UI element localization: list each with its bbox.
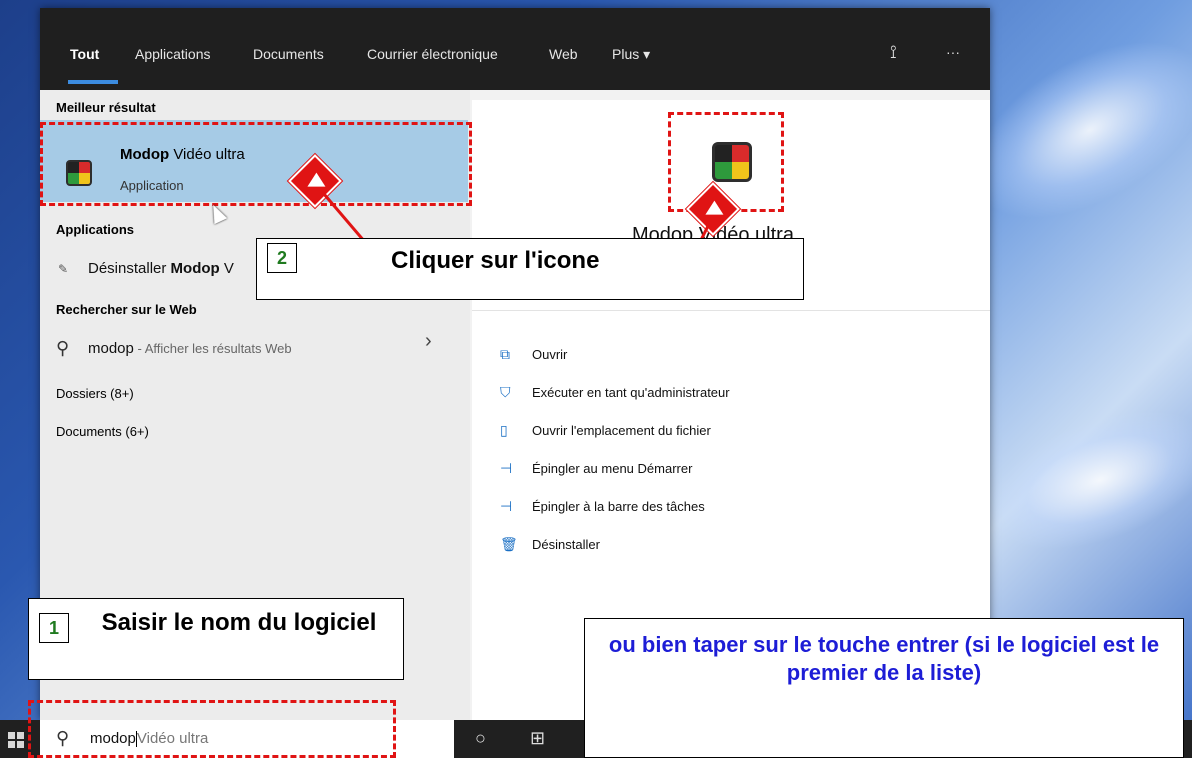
best-match-heading: Meilleur résultat [56, 100, 156, 115]
action-item[interactable]: ⊣ Épingler à la barre des tâches [500, 498, 705, 515]
uninstall-result[interactable]: Désinstaller Modop V [88, 260, 234, 277]
open-icon: ⧉ [500, 346, 510, 362]
action-item[interactable]: ▯ Ouvrir l'emplacement du fichier [500, 422, 711, 439]
web-result[interactable]: modop - Afficher les résultats Web [88, 340, 292, 357]
step-number: 1 [39, 613, 69, 643]
pin-icon: ⊣ [500, 460, 513, 476]
more-options-icon[interactable]: ··· [946, 44, 960, 60]
action-item[interactable]: ⛉ Exécuter en tant qu'administrateur [500, 384, 730, 401]
action-label: Ouvrir [532, 347, 568, 362]
active-tab-indicator [68, 80, 118, 84]
tab-email[interactable]: Courrier électronique [367, 46, 498, 62]
wallpaper-streak [966, 382, 1192, 578]
tab-applications[interactable]: Applications [135, 46, 211, 62]
documents-result[interactable]: Documents (6+) [56, 424, 149, 439]
pin-icon: ⊣ [500, 498, 513, 514]
callout-step-1: 1 Saisir le nom du logiciel [28, 598, 404, 680]
admin-icon: ⛉ [500, 384, 511, 400]
uninstall-icon: ✎ [58, 262, 69, 276]
best-match-highlight [40, 122, 472, 206]
search-highlight [28, 700, 396, 758]
enter-key-note: ou bien taper sur le touche entrer (si l… [584, 618, 1184, 758]
feedback-icon[interactable]: ⟟ [890, 42, 897, 63]
divider [472, 310, 990, 311]
applications-heading: Applications [56, 222, 135, 237]
tab-web[interactable]: Web [549, 46, 578, 62]
folders-result[interactable]: Dossiers (8+) [56, 386, 134, 401]
file-location-icon: ▯ [500, 422, 508, 438]
action-label: Ouvrir l'emplacement du fichier [532, 423, 711, 438]
action-item[interactable]: ⧉ Ouvrir [500, 346, 567, 363]
step-number: 2 [267, 243, 297, 273]
step-2-text: Cliquer sur l'icone [391, 247, 600, 274]
search-icon: ⚲ [56, 338, 70, 358]
windows-start-icon[interactable] [8, 732, 24, 748]
cortana-icon[interactable]: ○ [475, 728, 486, 749]
action-label: Exécuter en tant qu'administrateur [532, 385, 730, 400]
web-search-heading: Rechercher sur le Web [56, 302, 197, 317]
trash-icon: 🗑 [500, 536, 518, 552]
task-view-icon[interactable]: ⊞ [530, 728, 545, 749]
callout-step-2: 2 Cliquer sur l'icone [256, 238, 804, 300]
tab-documents[interactable]: Documents [253, 46, 324, 62]
action-label: Épingler au menu Démarrer [532, 461, 693, 476]
step-1-text: Saisir le nom du logiciel [101, 609, 377, 636]
action-label: Épingler à la barre des tâches [532, 499, 705, 514]
chevron-right-icon[interactable]: › [425, 330, 432, 353]
action-item[interactable]: 🗑 Désinstaller [500, 536, 600, 553]
action-label: Désinstaller [532, 537, 600, 552]
action-item[interactable]: ⊣ Épingler au menu Démarrer [500, 460, 692, 477]
tab-more[interactable]: Plus ▾ [612, 46, 650, 63]
tab-all[interactable]: Tout [70, 46, 99, 62]
filter-bar: Tout Applications Documents Courrier éle… [40, 8, 990, 90]
